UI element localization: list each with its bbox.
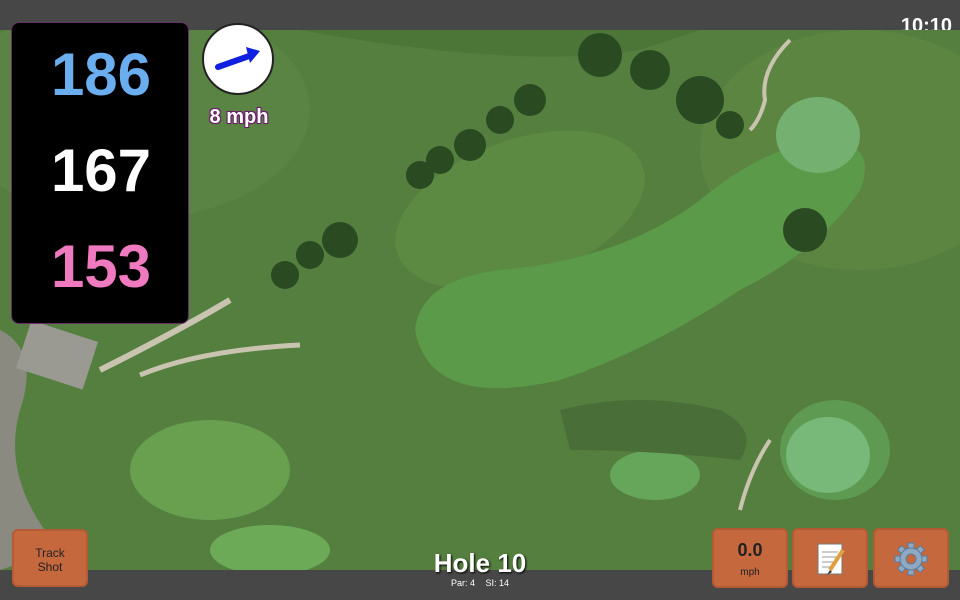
- hole-par: Par: 4: [450, 578, 475, 588]
- wind-button-unit: mph: [740, 567, 760, 578]
- gear-icon: [894, 542, 928, 576]
- arrow-icon: [215, 47, 260, 70]
- notepad-icon: [817, 543, 845, 575]
- wind-speed-button[interactable]: 0.0 mph: [712, 528, 788, 588]
- hole-stroke-index: SI: 14: [485, 578, 510, 588]
- track-shot-button[interactable]: Track Shot: [12, 529, 88, 587]
- back-distance: 186: [50, 41, 152, 108]
- wind-button-value: 0.0: [737, 540, 763, 560]
- track-shot-label-line2: Shot: [37, 560, 63, 574]
- wind-speed-label: 8 mph: [209, 106, 269, 128]
- front-distance: 153: [50, 233, 152, 300]
- wind-indicator: [202, 23, 274, 95]
- settings-button[interactable]: [873, 528, 949, 588]
- track-shot-label-line1: Track: [35, 546, 65, 560]
- hole-meta: Par: 4 SI: 14: [380, 578, 580, 588]
- notes-button[interactable]: [792, 528, 868, 588]
- center-distance: 167: [50, 137, 152, 204]
- distance-panel: 186 167 153: [11, 22, 189, 324]
- hole-title: Hole 10: [433, 548, 527, 578]
